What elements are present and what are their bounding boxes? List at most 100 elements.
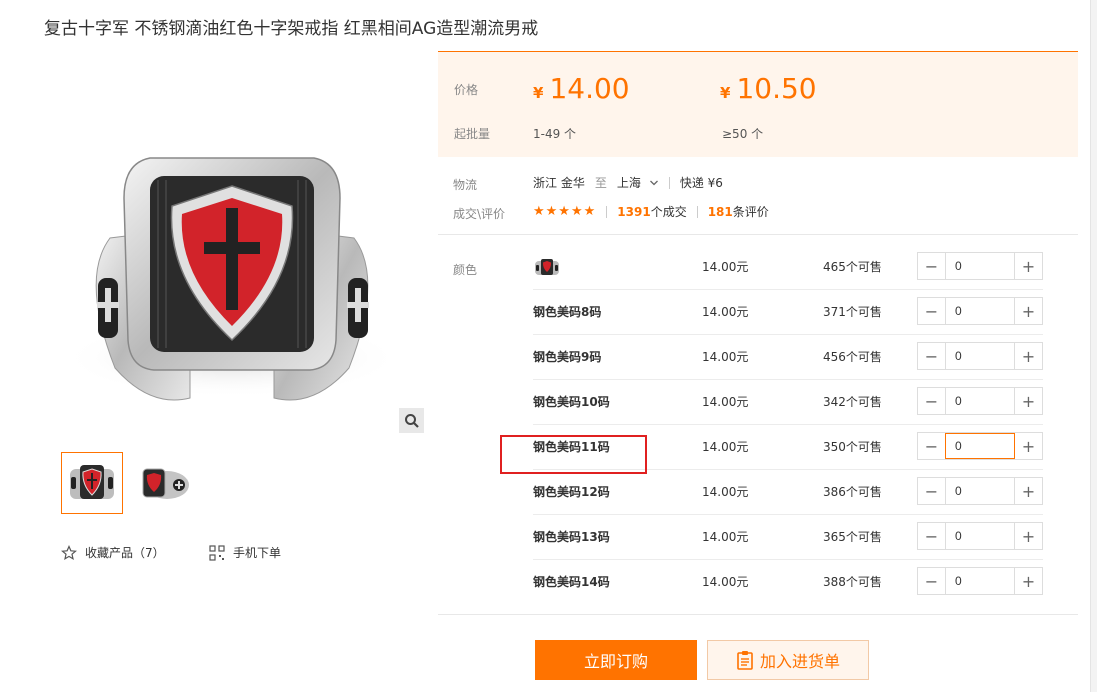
sku-row: 钢色美码12码 14.00元 386个可售 − +: [533, 470, 1043, 515]
divider: [668, 176, 670, 189]
quantity-stepper: − +: [917, 477, 1043, 505]
sku-price: 14.00元: [702, 305, 749, 319]
decrement-button[interactable]: −: [918, 433, 945, 459]
reviews-label: 成交\评价: [453, 207, 506, 221]
divider: [606, 205, 608, 218]
sku-name: 钢色美码12码: [533, 485, 610, 499]
quantity-stepper: − +: [917, 387, 1043, 415]
sku-row: 钢色美码13码 14.00元 365个可售 − +: [533, 515, 1043, 560]
color-label: 颜色: [453, 263, 478, 277]
moq-tier-1: 1-49 个: [533, 127, 577, 141]
sku-price: 14.00元: [702, 485, 749, 499]
price-value: 14.00: [549, 72, 630, 105]
quantity-input[interactable]: [945, 478, 1015, 504]
quantity-stepper: − +: [917, 252, 1043, 280]
sku-price: 14.00元: [702, 440, 749, 454]
deals-stat[interactable]: 1391个成交: [617, 203, 686, 220]
price-tier-1: ¥14.00: [533, 72, 630, 105]
sku-row: 钢色美码14码 14.00元 388个可售 − +: [533, 560, 1043, 605]
quantity-stepper: − +: [917, 297, 1043, 325]
decrement-button[interactable]: −: [918, 253, 945, 279]
ship-method: 快递 ¥6: [679, 176, 723, 190]
logistics-row: 物流 浙江 金华 至 上海 快递 ¥6: [438, 174, 1078, 192]
sku-stock: 386个可售: [823, 485, 882, 499]
qr-code-icon: [209, 544, 225, 561]
quantity-stepper: − +: [917, 522, 1043, 550]
sku-row: 钢色美码10码 14.00元 342个可售 − +: [533, 380, 1043, 425]
increment-button[interactable]: +: [1015, 253, 1042, 279]
sku-stock: 388个可售: [823, 575, 882, 589]
logistics-label: 物流: [453, 178, 478, 192]
review-count: 181: [707, 205, 733, 219]
quantity-input[interactable]: [945, 298, 1015, 324]
sku-name: 钢色美码8码: [533, 305, 602, 319]
sku-stock: 456个可售: [823, 350, 882, 364]
price-tier-2: ¥10.50: [720, 72, 817, 105]
decrement-button[interactable]: −: [918, 388, 945, 414]
buy-now-button[interactable]: 立即订购: [535, 640, 697, 680]
shipping-info: 浙江 金华 至 上海 快递 ¥6: [533, 174, 723, 191]
sku-name: 钢色美码9码: [533, 350, 602, 364]
chevron-down-icon[interactable]: [649, 178, 659, 188]
quantity-input[interactable]: [945, 523, 1015, 549]
sku-stock: 365个可售: [823, 530, 882, 544]
moq-label: 起批量: [454, 127, 491, 141]
review-stat[interactable]: 181条评价: [708, 203, 769, 220]
increment-button[interactable]: +: [1015, 568, 1042, 594]
magnifier-icon: [404, 413, 419, 428]
sku-price: 14.00元: [702, 575, 749, 589]
decrement-button[interactable]: −: [918, 523, 945, 549]
thumbnail-2[interactable]: [132, 452, 194, 514]
sku-image-option[interactable]: [533, 255, 561, 279]
increment-button[interactable]: +: [1015, 478, 1042, 504]
sku-stock: 342个可售: [823, 395, 882, 409]
increment-button[interactable]: +: [1015, 388, 1042, 414]
star-outline-icon: [61, 544, 77, 560]
price-value: 10.50: [736, 72, 817, 105]
currency-symbol: ¥: [720, 84, 731, 102]
increment-button[interactable]: +: [1015, 298, 1042, 324]
review-stats: ★★★★★ 1391个成交 181条评价: [533, 203, 769, 220]
add-to-list-button[interactable]: 加入进货单: [707, 640, 869, 680]
deals-suffix: 个成交: [650, 205, 687, 219]
sku-stock: 465个可售: [823, 260, 882, 274]
sku-name: 钢色美码14码: [533, 575, 610, 589]
sku-stock: 371个可售: [823, 305, 882, 319]
mobile-order-button[interactable]: 手机下单: [209, 544, 281, 561]
divider: [696, 205, 698, 218]
reviews-row: 成交\评价 ★★★★★ 1391个成交 181条评价: [438, 203, 1078, 221]
increment-button[interactable]: +: [1015, 343, 1042, 369]
zoom-button[interactable]: [399, 408, 424, 433]
quantity-input[interactable]: [945, 388, 1015, 414]
increment-button[interactable]: +: [1015, 433, 1042, 459]
quantity-input[interactable]: [945, 253, 1015, 279]
decrement-button[interactable]: −: [918, 568, 945, 594]
decrement-button[interactable]: −: [918, 298, 945, 324]
quantity-input[interactable]: [945, 343, 1015, 369]
sku-name: 钢色美码13码: [533, 530, 610, 544]
clipboard-icon: [737, 651, 753, 670]
rating-stars: ★★★★★: [533, 204, 597, 219]
section-divider: [438, 234, 1078, 235]
sku-price: 14.00元: [702, 395, 749, 409]
ship-destination[interactable]: 上海: [617, 174, 641, 191]
quantity-input[interactable]: [945, 568, 1015, 594]
sku-row: 钢色美码9码 14.00元 456个可售 − +: [533, 335, 1043, 380]
price-box: 价格 ¥14.00 ¥10.50 起批量 1-49 个 ≥50 个: [438, 51, 1078, 157]
review-suffix: 条评价: [732, 205, 769, 219]
price-label: 价格: [454, 83, 479, 97]
ship-origin: 浙江 金华: [533, 176, 585, 190]
main-product-image: [40, 108, 424, 434]
product-title: 复古十字军 不锈钢滴油红色十字架戒指 红黑相间AG造型潮流男戒: [44, 19, 539, 39]
ring-swatch-icon: [535, 259, 559, 275]
thumbnail-1[interactable]: [61, 452, 123, 514]
quantity-input[interactable]: [945, 433, 1015, 459]
sku-name: 钢色美码10码: [533, 395, 610, 409]
scrollbar[interactable]: [1090, 0, 1097, 692]
decrement-button[interactable]: −: [918, 478, 945, 504]
favorite-button[interactable]: 收藏产品（7）: [61, 544, 165, 561]
mobile-order-label: 手机下单: [233, 546, 282, 560]
increment-button[interactable]: +: [1015, 523, 1042, 549]
decrement-button[interactable]: −: [918, 343, 945, 369]
favorite-label: 收藏产品（7）: [85, 546, 165, 560]
